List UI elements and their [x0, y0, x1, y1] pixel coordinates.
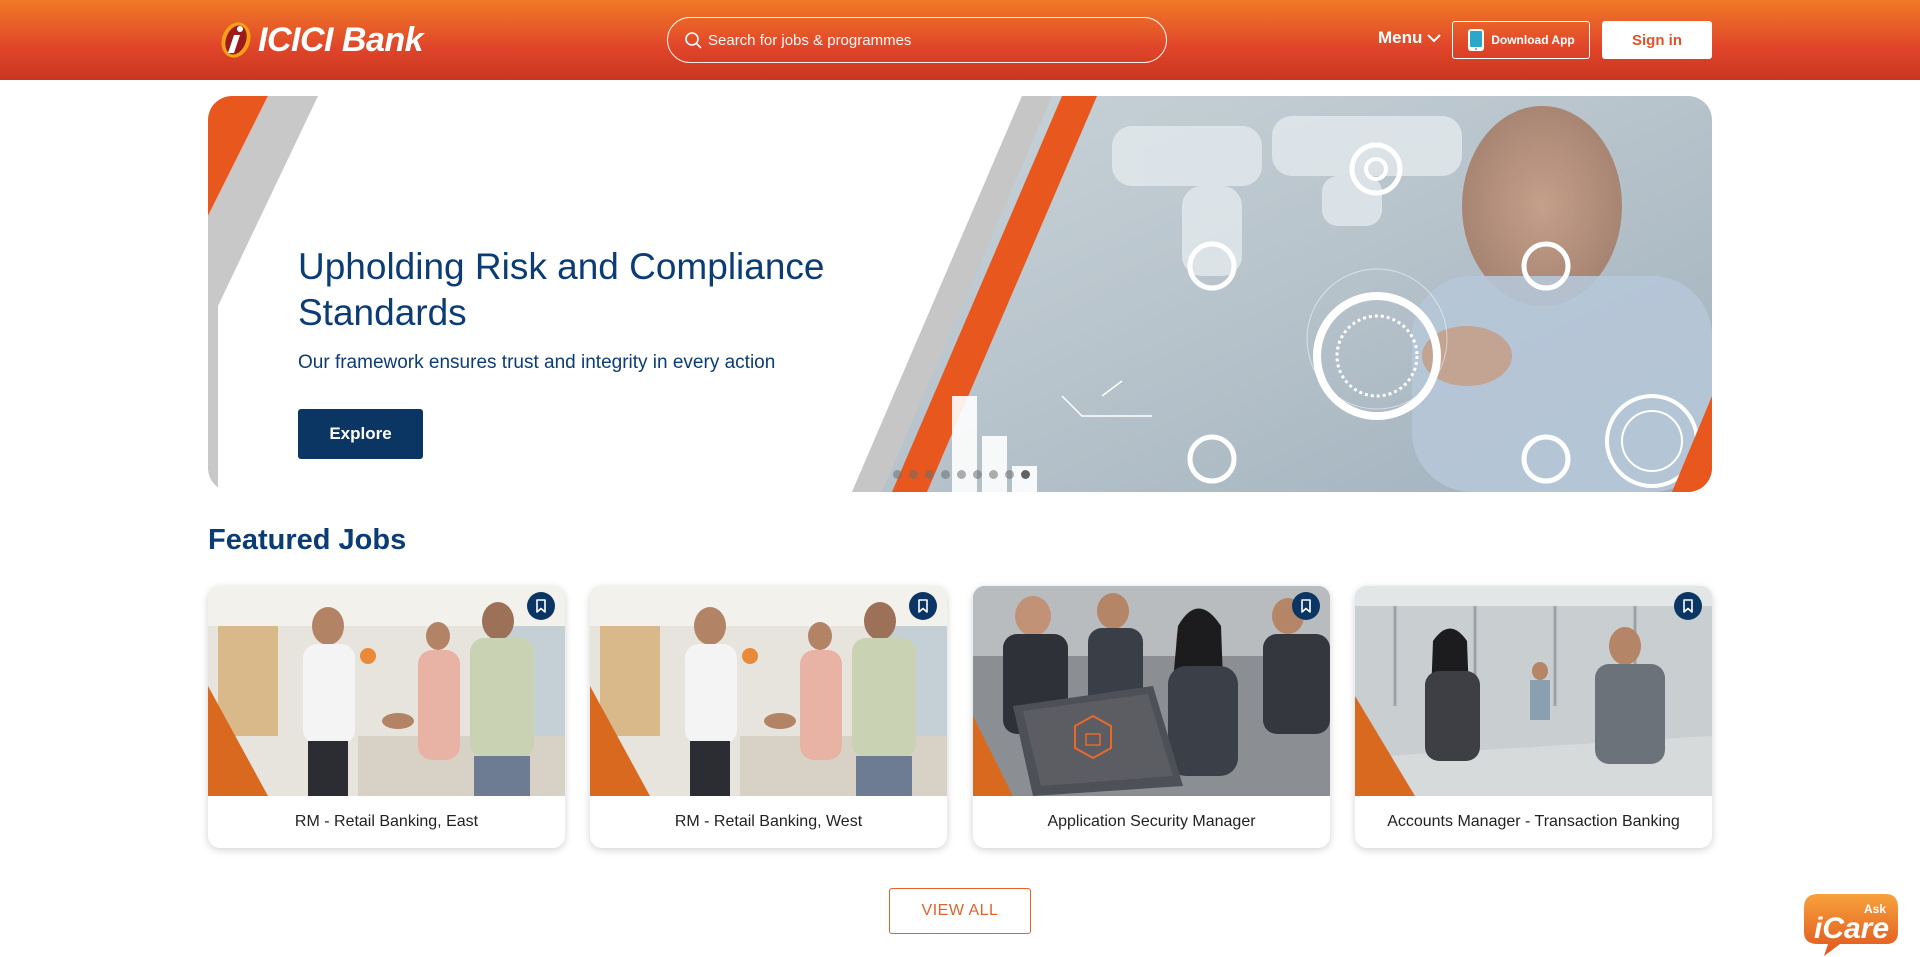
featured-jobs-heading: Featured Jobs: [208, 524, 407, 556]
carousel-dot[interactable]: [1005, 470, 1014, 479]
laptop-security-photo: [973, 586, 1330, 796]
hero-subtitle: Our framework ensures trust and integrit…: [298, 352, 776, 373]
handshake-office-photo: [590, 586, 947, 796]
sign-in-label: Sign in: [1632, 31, 1682, 49]
hero-photo-security-network: [852, 96, 1712, 492]
carousel-dot[interactable]: [989, 470, 998, 479]
menu-label: Menu: [1378, 28, 1423, 47]
search-icon: [685, 32, 702, 49]
bookmark-icon: [536, 599, 546, 613]
hero-title: Upholding Risk and Compliance Standards: [298, 246, 825, 333]
meeting-photo: [1355, 586, 1712, 796]
logo-text: ICICI Bank: [258, 20, 424, 59]
icare-brand-label: iCare: [1814, 912, 1890, 945]
bookmark-icon: [1683, 599, 1693, 613]
job-title: RM - Retail Banking, East: [294, 813, 479, 830]
carousel-dot[interactable]: [893, 470, 902, 479]
icici-logo-icon: [221, 22, 251, 58]
hero-banner: Upholding Risk and Compliance Standards …: [208, 96, 1712, 492]
carousel-dot[interactable]: [941, 470, 950, 479]
carousel-dots: [893, 470, 1030, 479]
ask-icare-chat-button[interactable]: Ask iCare: [1800, 892, 1900, 957]
job-title: Application Security Manager: [1047, 813, 1256, 830]
download-app-button[interactable]: Download App: [1452, 21, 1590, 59]
job-card[interactable]: Application Security Manager: [973, 586, 1330, 848]
bookmark-icon: [918, 599, 928, 613]
download-app-label: Download App: [1491, 33, 1575, 47]
job-card[interactable]: Accounts Manager - Transaction Banking: [1355, 586, 1712, 848]
view-all-label: VIEW ALL: [921, 902, 999, 919]
view-all-button[interactable]: VIEW ALL: [889, 888, 1031, 934]
bookmark-button[interactable]: [909, 592, 937, 620]
job-title: Accounts Manager - Transaction Banking: [1387, 813, 1680, 830]
carousel-dot[interactable]: [973, 470, 982, 479]
sign-in-button[interactable]: Sign in: [1602, 21, 1712, 59]
site-header: ICICI Bank Menu Download App Sign in: [0, 0, 1920, 80]
search-input[interactable]: [708, 31, 1128, 49]
job-card[interactable]: RM - Retail Banking, East: [208, 586, 565, 848]
carousel-dot[interactable]: [957, 470, 966, 479]
bookmark-icon: [1301, 599, 1311, 613]
explore-button[interactable]: Explore: [298, 409, 423, 459]
carousel-dot[interactable]: [925, 470, 934, 479]
bookmark-button[interactable]: [527, 592, 555, 620]
menu-dropdown[interactable]: Menu: [1378, 28, 1442, 48]
carousel-dot[interactable]: [909, 470, 918, 479]
explore-label: Explore: [329, 424, 392, 443]
handshake-office-photo: [208, 586, 565, 796]
job-card[interactable]: RM - Retail Banking, West: [590, 586, 947, 848]
icici-logo[interactable]: ICICI Bank: [216, 18, 424, 62]
chevron-down-icon: [1427, 34, 1442, 43]
bookmark-button[interactable]: [1674, 592, 1702, 620]
search-bar[interactable]: [667, 17, 1167, 63]
carousel-dot-active[interactable]: [1021, 470, 1030, 479]
job-title: RM - Retail Banking, West: [674, 813, 863, 830]
phone-app-icon: [1468, 29, 1485, 51]
bookmark-button[interactable]: [1292, 592, 1320, 620]
